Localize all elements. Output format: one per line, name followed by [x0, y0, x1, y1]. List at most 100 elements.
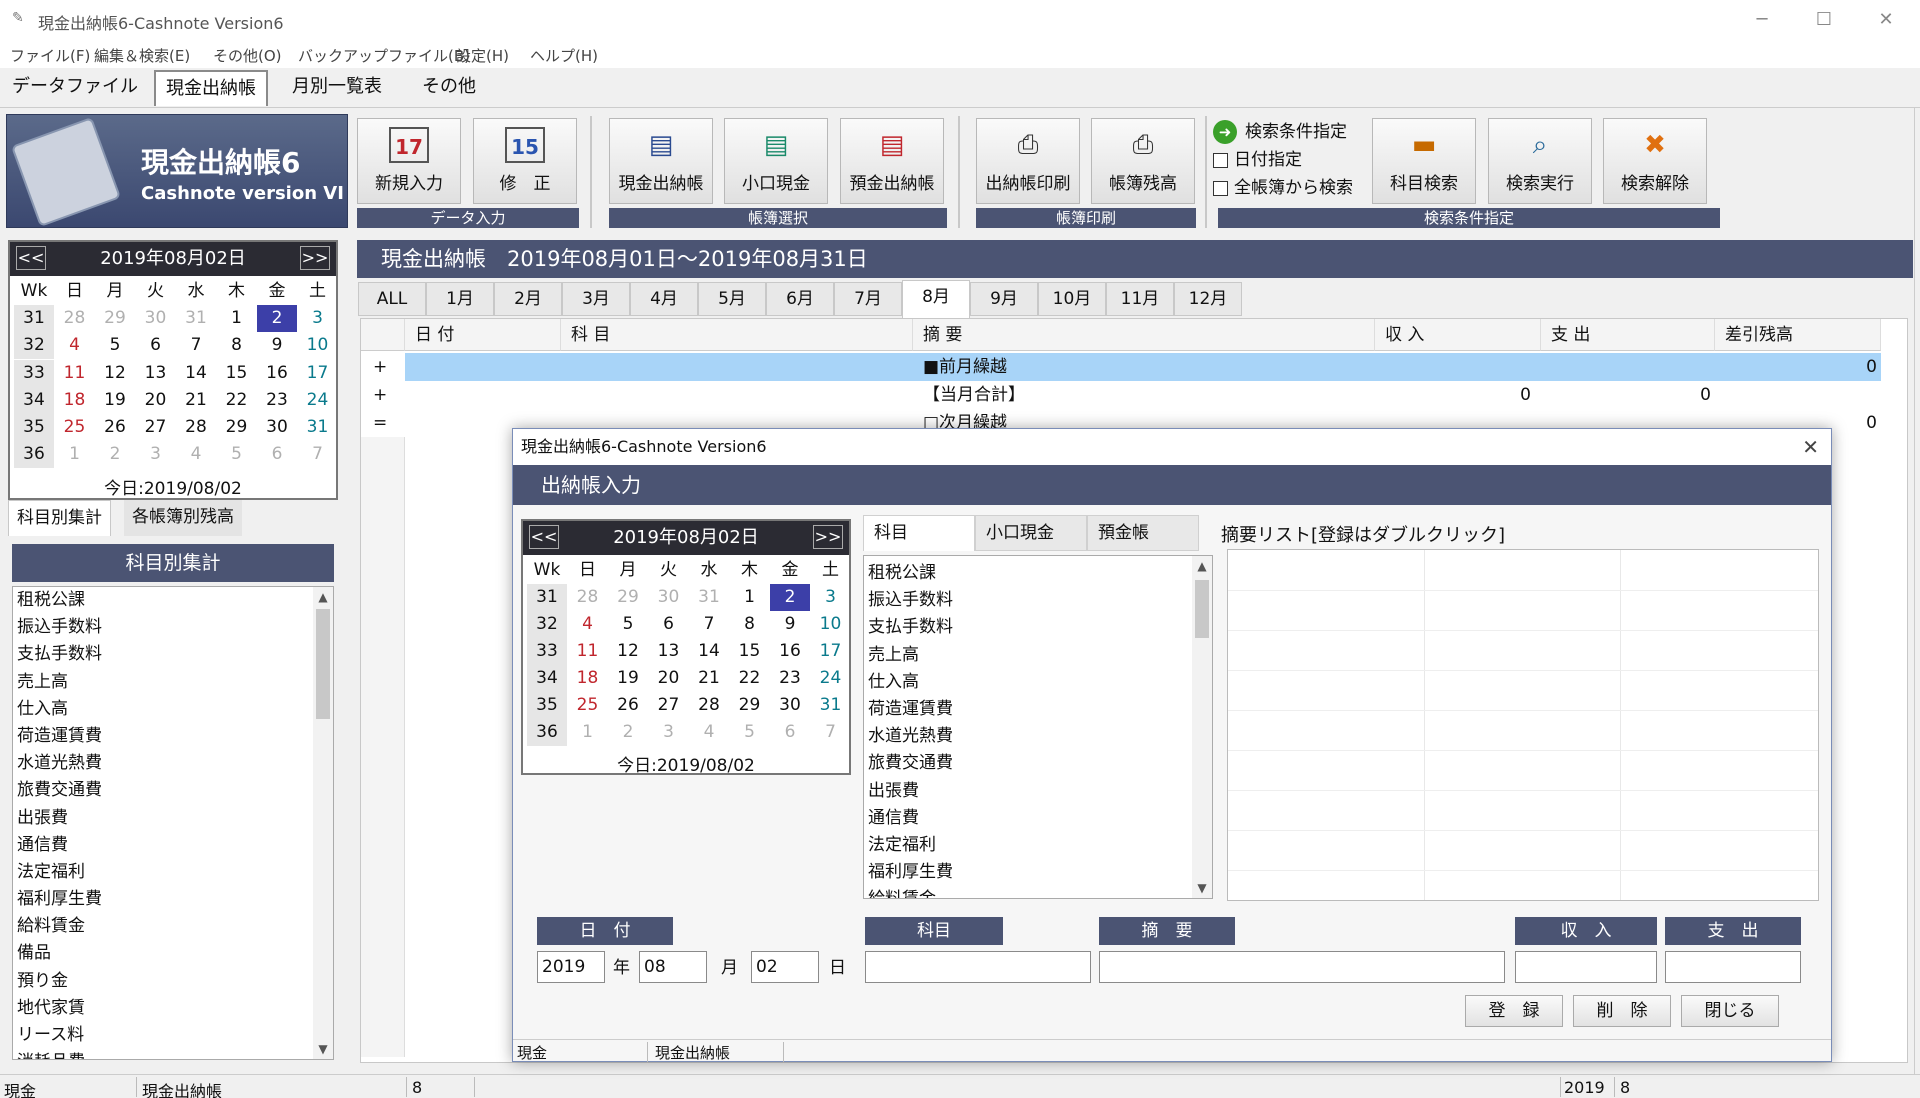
calendar-day[interactable]: 25 [55, 414, 95, 441]
calendar-day[interactable]: 9 [770, 611, 810, 638]
calendar-day[interactable]: 24 [811, 665, 851, 692]
maximize-button[interactable]: ☐ [1794, 0, 1854, 40]
list-item[interactable]: 法定福利 [13, 859, 333, 886]
list-item[interactable]: リース料 [13, 1022, 333, 1049]
month-tab[interactable]: ALL [358, 282, 426, 316]
scroll-down-icon[interactable]: ▼ [1192, 878, 1212, 898]
calendar-day[interactable]: 24 [298, 387, 338, 414]
table-row[interactable]: + 【当月合計】 0 0 [361, 381, 1881, 409]
calendar-day[interactable]: 18 [55, 387, 95, 414]
income-input[interactable] [1515, 951, 1657, 983]
list-item[interactable]: 租税公課 [864, 560, 1212, 587]
calendar-day[interactable]: 7 [689, 611, 729, 638]
menu-help[interactable]: ヘルプ(H) [530, 45, 598, 66]
calendar-day[interactable]: 18 [568, 665, 608, 692]
all-books-checkbox[interactable]: 全帳簿から検索 [1213, 174, 1363, 202]
month-tab-active[interactable]: 8月 [902, 280, 970, 318]
list-item[interactable]: 消耗品費 [13, 1049, 333, 1059]
close-button[interactable]: 閉じる [1681, 995, 1779, 1027]
calendar-day[interactable]: 22 [217, 387, 257, 414]
prev-month-button[interactable]: << [16, 246, 46, 270]
clear-search-button[interactable]: ✖ 検索解除 [1603, 118, 1707, 204]
list-item[interactable]: 支払手数料 [13, 641, 333, 668]
scroll-thumb[interactable] [1195, 580, 1209, 638]
calendar-day[interactable]: 2 [770, 584, 810, 611]
calendar-day[interactable]: 15 [217, 360, 257, 387]
calendar-day[interactable]: 12 [608, 638, 648, 665]
calendar-day[interactable]: 6 [649, 611, 689, 638]
calendar-day[interactable]: 17 [811, 638, 851, 665]
calendar-day[interactable]: 30 [770, 692, 810, 719]
calendar-day[interactable]: 6 [257, 441, 297, 468]
calendar-day[interactable]: 1 [730, 584, 770, 611]
deposit-ledger-button[interactable]: ▤ 預金出納帳 [840, 118, 944, 204]
month-tab[interactable]: 2月 [494, 282, 562, 316]
calendar-day[interactable]: 14 [176, 360, 216, 387]
calendar-day[interactable]: 30 [257, 414, 297, 441]
calendar-day[interactable]: 5 [95, 332, 135, 359]
subject-input[interactable] [865, 951, 1091, 983]
month-tab[interactable]: 11月 [1106, 282, 1174, 316]
calendar-day[interactable]: 1 [568, 719, 608, 746]
list-item[interactable]: 備品 [13, 940, 333, 967]
scrollbar[interactable]: ▲ ▼ [1192, 556, 1212, 898]
calendar-day[interactable]: 8 [730, 611, 770, 638]
calendar-day[interactable]: 3 [136, 441, 176, 468]
calendar-day[interactable]: 2 [257, 305, 297, 333]
calendar-day[interactable]: 5 [608, 611, 648, 638]
tab-other[interactable]: その他 [412, 70, 486, 106]
calendar-day[interactable]: 5 [217, 441, 257, 468]
calendar-day[interactable]: 30 [649, 584, 689, 611]
calendar-day[interactable]: 4 [689, 719, 729, 746]
list-item[interactable]: 振込手数料 [13, 614, 333, 641]
prev-month-button[interactable]: << [529, 525, 559, 549]
calendar-day[interactable]: 1 [55, 441, 95, 468]
scroll-down-icon[interactable]: ▼ [313, 1039, 333, 1059]
print-ledger-button[interactable]: ⎙ 出納帳印刷 [976, 118, 1080, 204]
tab-cash-ledger[interactable]: 現金出納帳 [154, 70, 268, 106]
list-item[interactable]: 荷造運賃費 [864, 696, 1212, 723]
calendar-day[interactable]: 21 [176, 387, 216, 414]
calendar-day[interactable]: 11 [568, 638, 608, 665]
month-tab[interactable]: 7月 [834, 282, 902, 316]
calendar-day[interactable]: 29 [217, 414, 257, 441]
month-tab[interactable]: 1月 [426, 282, 494, 316]
summary-input[interactable] [1099, 951, 1505, 983]
calendar-day[interactable]: 19 [608, 665, 648, 692]
calendar-day[interactable]: 28 [568, 584, 608, 611]
calendar-day[interactable]: 29 [730, 692, 770, 719]
calendar-day[interactable]: 17 [298, 360, 338, 387]
scrollbar[interactable]: ▲ ▼ [313, 587, 333, 1059]
calendar-day[interactable]: 12 [95, 360, 135, 387]
list-item[interactable]: 旅費交通費 [864, 750, 1212, 777]
list-item[interactable]: 通信費 [13, 832, 333, 859]
calendar-day[interactable]: 20 [649, 665, 689, 692]
calendar-day[interactable]: 21 [689, 665, 729, 692]
list-item[interactable]: 福利厚生費 [864, 859, 1212, 886]
tab-monthly-list[interactable]: 月別一覧表 [282, 70, 392, 106]
scroll-up-icon[interactable]: ▲ [1192, 556, 1212, 576]
calendar-day[interactable]: 7 [176, 332, 216, 359]
next-month-button[interactable]: >> [813, 525, 843, 549]
calendar-day[interactable]: 4 [176, 441, 216, 468]
list-item[interactable]: 売上高 [864, 642, 1212, 669]
calendar-day[interactable]: 27 [649, 692, 689, 719]
list-item[interactable]: 出張費 [864, 778, 1212, 805]
menu-other[interactable]: その他(O) [213, 45, 282, 66]
list-item[interactable]: 旅費交通費 [13, 777, 333, 804]
tab-subject[interactable]: 科目 [863, 515, 975, 551]
dialog-close-icon[interactable]: ✕ [1802, 435, 1819, 459]
tab-petty-cash[interactable]: 小口現金 [975, 515, 1087, 551]
calendar-day[interactable]: 13 [649, 638, 689, 665]
calendar-day[interactable]: 26 [95, 414, 135, 441]
month-tab[interactable]: 5月 [698, 282, 766, 316]
tab-deposit[interactable]: 預金帳 [1087, 515, 1199, 551]
menu-edit-search[interactable]: 編集＆検索(E) [94, 45, 190, 66]
list-item[interactable]: 通信費 [864, 805, 1212, 832]
list-item[interactable]: 租税公課 [13, 587, 333, 614]
month-tab[interactable]: 9月 [970, 282, 1038, 316]
calendar-day[interactable]: 8 [217, 332, 257, 359]
calendar-day[interactable]: 28 [176, 414, 216, 441]
calendar-day[interactable]: 1 [217, 305, 257, 332]
calendar-day[interactable]: 2 [608, 719, 648, 746]
